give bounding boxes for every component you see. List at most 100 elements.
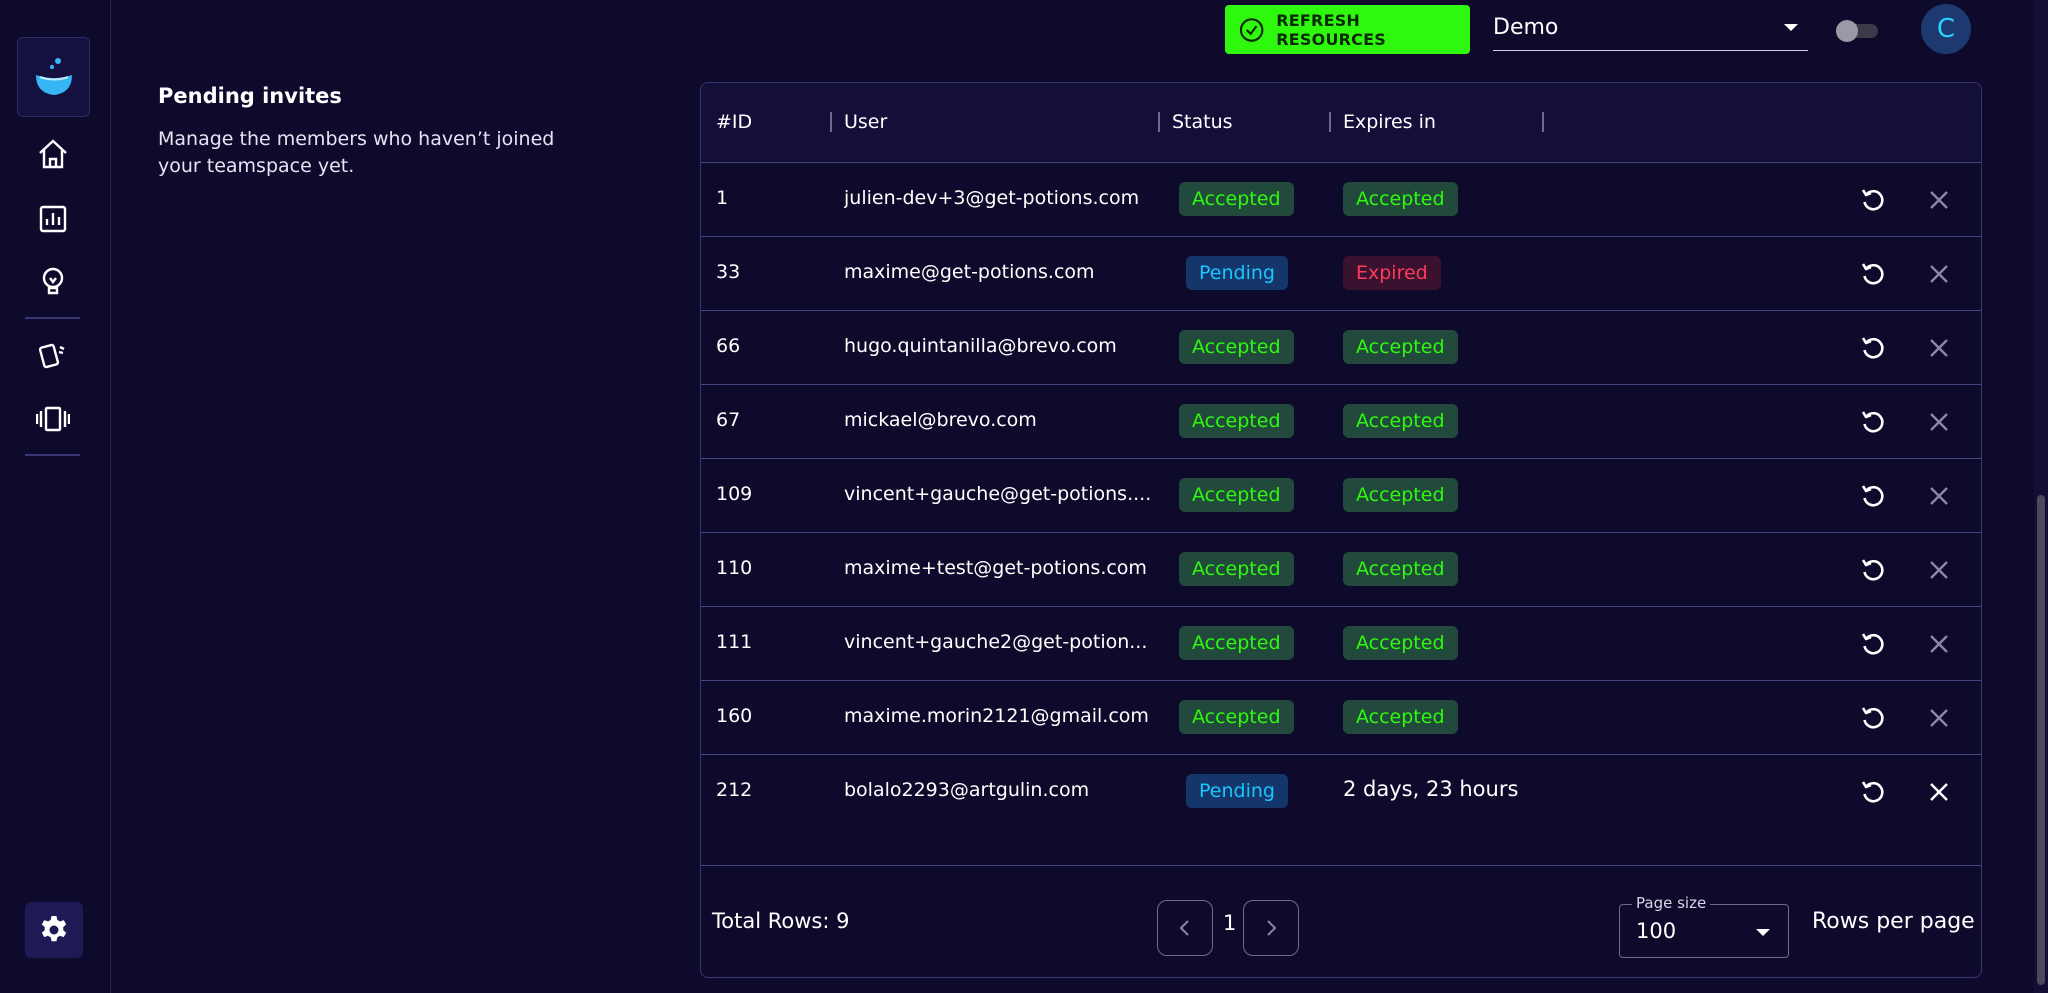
column-resize-handle[interactable]: [830, 112, 832, 132]
logo[interactable]: [17, 37, 90, 117]
revoke-invite-button[interactable]: [1922, 553, 1956, 587]
table-row: 111 vincent+gauche2@get-potion... Accepted…: [701, 607, 1981, 681]
resend-invite-button[interactable]: [1856, 553, 1890, 587]
page-size-value: 100: [1636, 919, 1677, 943]
status-badge: Accepted: [1179, 330, 1294, 364]
column-resize-handle[interactable]: [1329, 112, 1331, 132]
cell-id: 160: [716, 705, 753, 727]
cell-id: 110: [716, 557, 753, 579]
refresh-resources-button[interactable]: REFRESH RESOURCES: [1225, 5, 1470, 54]
cell-user: maxime+test@get-potions.com: [844, 557, 1147, 579]
total-rows: Total Rows: 9: [712, 909, 850, 933]
cell-user: vincent+gauche@get-potions....: [844, 483, 1152, 505]
column-resize-handle[interactable]: [1158, 112, 1160, 132]
section-title: Pending invites: [158, 84, 342, 108]
revoke-invite-button[interactable]: [1922, 479, 1956, 513]
status-badge: Accepted: [1179, 404, 1294, 438]
cell-user: maxime@get-potions.com: [844, 261, 1095, 283]
table-row: 109 vincent+gauche@get-potions.... Accepte…: [701, 459, 1981, 533]
app: REFRESH RESOURCES Demo C Pending invites…: [0, 0, 2048, 993]
resend-invite-button[interactable]: [1856, 627, 1890, 661]
chart-icon: [39, 205, 67, 233]
table-row: 33 maxime@get-potions.com Pending Expired: [701, 237, 1981, 311]
revoke-invite-button[interactable]: [1922, 257, 1956, 291]
resend-icon: [1861, 263, 1884, 285]
cell-user: bolalo2293@artgulin.com: [844, 779, 1090, 801]
current-page: 1: [1223, 911, 1237, 935]
header-status[interactable]: Status: [1172, 111, 1233, 133]
resend-invite-button[interactable]: [1856, 257, 1890, 291]
close-icon: [1930, 339, 1948, 357]
nav-insights[interactable]: [33, 262, 73, 302]
table-row: 66 hugo.quintanilla@brevo.com Accepted Acce…: [701, 311, 1981, 385]
settings-button[interactable]: [25, 902, 83, 958]
cell-user: vincent+gauche2@get-potion...: [844, 631, 1148, 653]
resend-icon: [1861, 781, 1884, 803]
close-icon: [1930, 191, 1948, 209]
cell-user: mickael@brevo.com: [844, 409, 1037, 431]
page-scrollbar[interactable]: [2034, 0, 2048, 993]
resend-invite-button[interactable]: [1856, 183, 1890, 217]
revoke-invite-button[interactable]: [1922, 183, 1956, 217]
header-expires[interactable]: Expires in: [1343, 111, 1436, 133]
chevron-right-icon: [1267, 920, 1277, 936]
header-id[interactable]: #ID: [716, 111, 752, 133]
nav-home[interactable]: [33, 134, 73, 174]
table-row: 67 mickael@brevo.com Accepted Accepted: [701, 385, 1981, 459]
table-row: 212 bolalo2293@artgulin.com Pending 2 days,…: [701, 755, 1981, 829]
theme-toggle[interactable]: [1836, 20, 1880, 42]
workspace-select[interactable]: Demo: [1493, 8, 1808, 51]
next-page-button[interactable]: [1243, 900, 1299, 956]
scrollbar-thumb[interactable]: [2037, 495, 2045, 985]
resend-icon: [1861, 189, 1884, 211]
table-row: 110 maxime+test@get-potions.com Accepted Ac…: [701, 533, 1981, 607]
cell-expires: 2 days, 23 hours: [1343, 777, 1519, 801]
revoke-invite-button[interactable]: [1922, 331, 1956, 365]
avatar[interactable]: C: [1921, 4, 1971, 54]
resend-invite-button[interactable]: [1856, 701, 1890, 735]
revoke-invite-button[interactable]: [1922, 701, 1956, 735]
check-circle-icon: [1239, 17, 1264, 42]
home-icon: [39, 139, 67, 169]
revoke-invite-button[interactable]: [1922, 405, 1956, 439]
lightbulb-icon: [42, 267, 64, 295]
status-badge: Accepted: [1179, 478, 1294, 512]
cell-id: 1: [716, 187, 729, 209]
expires-badge: Accepted: [1343, 700, 1458, 734]
status-badge: Accepted: [1179, 700, 1294, 734]
status-badge: Accepted: [1179, 182, 1294, 216]
close-icon: [1930, 265, 1948, 283]
table-header: #ID User Status Expires in: [701, 83, 1981, 163]
section-description: Manage the members who haven’t joined yo…: [158, 128, 555, 177]
header-user[interactable]: User: [844, 111, 887, 133]
resend-invite-button[interactable]: [1856, 331, 1890, 365]
chevron-down-icon: [1756, 929, 1770, 936]
cell-id: 66: [716, 335, 741, 357]
close-icon: [1930, 487, 1948, 505]
cell-user: hugo.quintanilla@brevo.com: [844, 335, 1117, 357]
expires-badge: Accepted: [1343, 330, 1458, 364]
nav-cards[interactable]: [33, 335, 73, 375]
nav-analytics[interactable]: [33, 199, 73, 239]
nav-carousel[interactable]: [33, 399, 73, 439]
invites-table: #ID User Status Expires in 1 julien-dev+3…: [700, 82, 1982, 978]
cell-user: maxime.morin2121@gmail.com: [844, 705, 1149, 727]
column-resize-handle[interactable]: [1542, 112, 1544, 132]
revoke-invite-button[interactable]: [1922, 627, 1956, 661]
close-icon: [1930, 413, 1948, 431]
toggle-knob: [1836, 20, 1858, 42]
cards-icon: [38, 343, 65, 369]
resend-invite-button[interactable]: [1856, 775, 1890, 809]
resend-invite-button[interactable]: [1856, 479, 1890, 513]
resend-invite-button[interactable]: [1856, 405, 1890, 439]
page-size-select[interactable]: Page size 100: [1619, 894, 1789, 958]
prev-page-button[interactable]: [1157, 900, 1213, 956]
revoke-invite-button[interactable]: [1922, 775, 1956, 809]
status-badge: Pending: [1186, 774, 1288, 808]
nav-divider: [25, 454, 80, 456]
cell-user: julien-dev+3@get-potions.com: [844, 187, 1140, 209]
close-icon: [1930, 561, 1948, 579]
cell-id: 109: [716, 483, 753, 505]
cell-id: 33: [716, 261, 741, 283]
rows-per-page-label: Rows per page: [1812, 909, 1975, 934]
